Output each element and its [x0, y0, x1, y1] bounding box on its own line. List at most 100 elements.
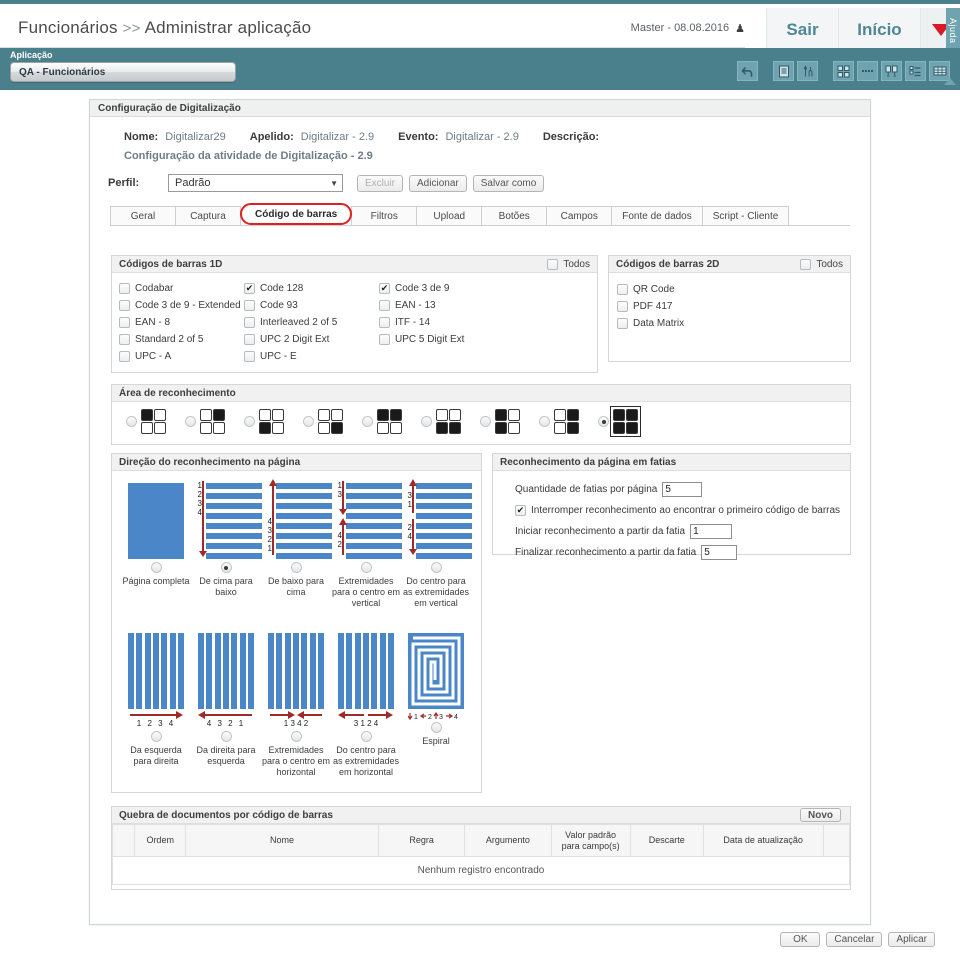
checkbox-row[interactable]: UPC - A [119, 348, 244, 365]
area-option-full[interactable] [598, 409, 638, 434]
tab-fonte-de-dados[interactable]: Fonte de dados [611, 206, 703, 225]
th-nome[interactable]: Nome [186, 825, 379, 857]
area-radio[interactable] [421, 416, 432, 427]
area-option-top-left[interactable] [126, 409, 166, 434]
standard2of5-checkbox[interactable] [119, 334, 130, 345]
direction-radio[interactable] [361, 562, 372, 573]
tab-upload[interactable]: Upload [416, 206, 482, 225]
direction-option-de-baixo-para-cima[interactable]: 4321 De baixo para cima [261, 479, 331, 598]
adicionar-button[interactable]: Adicionar [409, 175, 467, 192]
direction-option-extremidades-centro-vertical[interactable]: 13 42 Extremidades para o centro em vert… [331, 479, 401, 609]
barcodes-1d-todos-checkbox[interactable] [547, 259, 558, 270]
breadcrumb-first[interactable]: Funcionários [18, 18, 118, 37]
cancelar-button[interactable]: Cancelar [826, 932, 882, 947]
barcodes-2d-todos-checkbox[interactable] [800, 259, 811, 270]
area-option-bottom-left[interactable] [244, 409, 284, 434]
upc5digitext-checkbox[interactable] [379, 334, 390, 345]
checkbox-row[interactable]: Code 128 [244, 280, 379, 297]
checkbox-row[interactable]: Data Matrix [617, 315, 850, 332]
document-icon[interactable] [773, 61, 794, 81]
upca-checkbox[interactable] [119, 351, 130, 362]
slices-interrupt-checkbox[interactable] [515, 505, 526, 516]
checkbox-row[interactable]: Code 93 [244, 297, 379, 314]
direction-radio[interactable] [151, 562, 162, 573]
undo-icon[interactable] [737, 61, 758, 81]
direction-radio[interactable] [361, 731, 372, 742]
direction-radio[interactable] [431, 562, 442, 573]
th-data-atualizacao[interactable]: Data de atualização [703, 825, 823, 857]
code3de9ext-checkbox[interactable] [119, 300, 130, 311]
direction-radio[interactable] [431, 722, 442, 733]
slices-end-input[interactable] [701, 545, 737, 560]
direction-option-de-cima-para-baixo[interactable]: 1234 De cima para baixo [191, 479, 261, 598]
checkbox-row[interactable]: EAN - 13 [379, 297, 597, 314]
upc2digitext-checkbox[interactable] [244, 334, 255, 345]
checkbox-row[interactable]: UPC 5 Digit Ext [379, 331, 597, 348]
code128-checkbox[interactable] [244, 283, 255, 294]
area-option-top-right[interactable] [185, 409, 225, 434]
th-argumento[interactable]: Argumento [465, 825, 551, 857]
pdf417-checkbox[interactable] [617, 301, 628, 312]
slices-interrupt-row[interactable]: Interromper reconhecimento ao encontrar … [493, 500, 850, 521]
slices-start-input[interactable] [690, 524, 732, 539]
datamatrix-checkbox[interactable] [617, 318, 628, 329]
checkbox-row[interactable]: Codabar [119, 280, 244, 297]
direction-option-esquerda-direita[interactable]: 1 2 3 4 Da esquerda para direita [121, 629, 191, 767]
area-option-bottom-right[interactable] [303, 409, 343, 434]
area-option-right-half[interactable] [539, 409, 579, 434]
direction-option-espiral[interactable]: 1 2 3 4 Espiral [401, 629, 471, 747]
area-radio[interactable] [598, 416, 609, 427]
direction-radio[interactable] [221, 562, 232, 573]
th-valor-padrao[interactable]: Valor padrão para campo(s) [551, 825, 630, 857]
area-radio[interactable] [362, 416, 373, 427]
duplicate-icon[interactable] [881, 61, 902, 81]
checkbox-row[interactable]: PDF 417 [617, 298, 850, 315]
direction-radio[interactable] [291, 562, 302, 573]
th-regra[interactable]: Regra [378, 825, 464, 857]
aplicar-button[interactable]: Aplicar [888, 932, 935, 947]
direction-option-pagina-completa[interactable]: Página completa [121, 479, 191, 587]
th-descarte[interactable]: Descarte [630, 825, 703, 857]
salvar-como-button[interactable]: Salvar como [473, 175, 545, 192]
area-option-left-half[interactable] [480, 409, 520, 434]
area-option-top-half[interactable] [362, 409, 402, 434]
code93-checkbox[interactable] [244, 300, 255, 311]
tab-filtros[interactable]: Filtros [351, 206, 417, 225]
home-button[interactable]: Início [838, 8, 920, 52]
checkbox-row[interactable]: Standard 2 of 5 [119, 331, 244, 348]
checkbox-row[interactable]: Interleaved 2 of 5 [244, 314, 379, 331]
direction-option-centro-extremidades-vertical[interactable]: 31 24 Do centro para as extremidades em … [401, 479, 471, 609]
direction-option-centro-extremidades-horizontal[interactable]: 3 1 2 4 Do centro para as extremidades e… [331, 629, 401, 778]
code3de9-checkbox[interactable] [379, 283, 390, 294]
tab-script-cliente[interactable]: Script - Cliente [702, 206, 790, 225]
area-radio[interactable] [303, 416, 314, 427]
checkbox-row[interactable]: Code 3 de 9 [379, 280, 597, 297]
checkbox-row[interactable]: QR Code [617, 281, 850, 298]
application-selector[interactable]: QA - Funcionários [10, 62, 236, 82]
direction-option-extremidades-centro-horizontal[interactable]: 1 3 4 2 Extremidades para o centro em ho… [261, 629, 331, 778]
upce-checkbox[interactable] [244, 351, 255, 362]
list-icon[interactable] [905, 61, 926, 81]
ean13-checkbox[interactable] [379, 300, 390, 311]
perfil-select[interactable]: Padrão ▼ [168, 174, 343, 192]
area-radio[interactable] [480, 416, 491, 427]
tab-geral[interactable]: Geral [110, 206, 176, 225]
area-radio[interactable] [126, 416, 137, 427]
novo-button[interactable]: Novo [800, 808, 841, 822]
slices-quantity-input[interactable] [662, 482, 702, 497]
checkbox-row[interactable]: EAN - 8 [119, 314, 244, 331]
direction-option-direita-esquerda[interactable]: 4 3 2 1 Da direita para esquerda [191, 629, 261, 767]
codabar-checkbox[interactable] [119, 283, 130, 294]
direction-radio[interactable] [151, 731, 162, 742]
checkbox-row[interactable]: UPC - E [244, 348, 379, 365]
dots-icon[interactable] [857, 61, 878, 81]
tab-botoes[interactable]: Botões [481, 206, 547, 225]
tools-icon[interactable] [797, 61, 818, 81]
checkbox-row[interactable]: UPC 2 Digit Ext [244, 331, 379, 348]
itf14-checkbox[interactable] [379, 317, 390, 328]
checkbox-row[interactable]: ITF - 14 [379, 314, 597, 331]
qrcode-checkbox[interactable] [617, 284, 628, 295]
tab-captura[interactable]: Captura [175, 206, 241, 225]
area-radio[interactable] [539, 416, 550, 427]
excluir-button[interactable]: Excluir [357, 175, 403, 192]
